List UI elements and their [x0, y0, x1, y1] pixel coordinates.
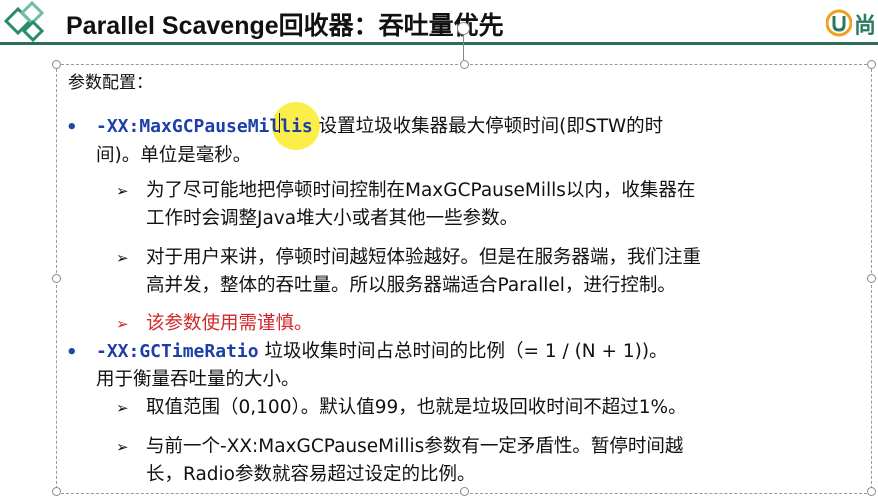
intro-text: 参数配置：: [68, 73, 153, 93]
sub-1-3-warning: 该参数使用需谨慎。: [146, 313, 313, 334]
bullet-1-line-2: 间)。单位是毫秒。: [96, 145, 252, 166]
param-maxgcpausemillis: -XX:MaxGCPauseMillis: [96, 116, 313, 137]
arrow-bullet-icon: ➢: [116, 438, 129, 456]
sub-1-1-line-1: 为了尽可能地把停顿时间控制在MaxGCPauseMills以内，收集器在: [146, 180, 696, 201]
bullet-2-line-2: 用于衡量吞吐量的大小。: [96, 369, 300, 390]
bullet-2-line-1: -XX:GCTimeRatio 垃圾收集时间占总时间的比例（= 1 / (N +…: [96, 341, 668, 363]
sub-1-2-line-1: 对于用户来讲，停顿时间越短体验越好。但是在服务器端，我们注重: [146, 247, 702, 268]
slide-body[interactable]: 参数配置： • -XX:MaxGCPauseMillis 设置垃圾收集器最大停顿…: [0, 0, 878, 496]
arrow-bullet-icon: ➢: [116, 399, 129, 417]
arrow-bullet-icon: ➢: [116, 315, 129, 333]
bullet-1-desc: 设置垃圾收集器最大停顿时间(即STW的时: [312, 116, 664, 137]
arrow-bullet-icon: ➢: [116, 249, 129, 267]
sub-1-2-line-2: 高并发，整体的吞吐量。所以服务器端适合Parallel，进行控制。: [146, 275, 676, 296]
param-gctimeratio: -XX:GCTimeRatio: [96, 341, 259, 362]
bullet-2-desc: 垃圾收集时间占总时间的比例（= 1 / (N + 1))。: [258, 341, 668, 362]
sub-1-1-line-2: 工作时会调整Java堆大小或者其他一些参数。: [146, 208, 519, 229]
slide: Parallel Scavenge回收器：吞吐量优先 尚 参数配置： • -XX…: [0, 0, 878, 496]
bullet-marker: •: [66, 342, 78, 363]
bullet-marker: •: [66, 117, 78, 138]
bullet-1-line-1: -XX:MaxGCPauseMillis 设置垃圾收集器最大停顿时间(即STW的…: [96, 116, 663, 138]
sub-2-2-line-1: 与前一个-XX:MaxGCPauseMillis参数有一定矛盾性。暂停时间越: [146, 436, 684, 457]
arrow-bullet-icon: ➢: [116, 182, 129, 200]
sub-2-2-line-2: 长，Radio参数就容易超过设定的比例。: [146, 464, 476, 485]
sub-2-1-line-1: 取值范围（0,100）。默认值99，也就是垃圾回收时间不超过1%。: [146, 397, 687, 418]
